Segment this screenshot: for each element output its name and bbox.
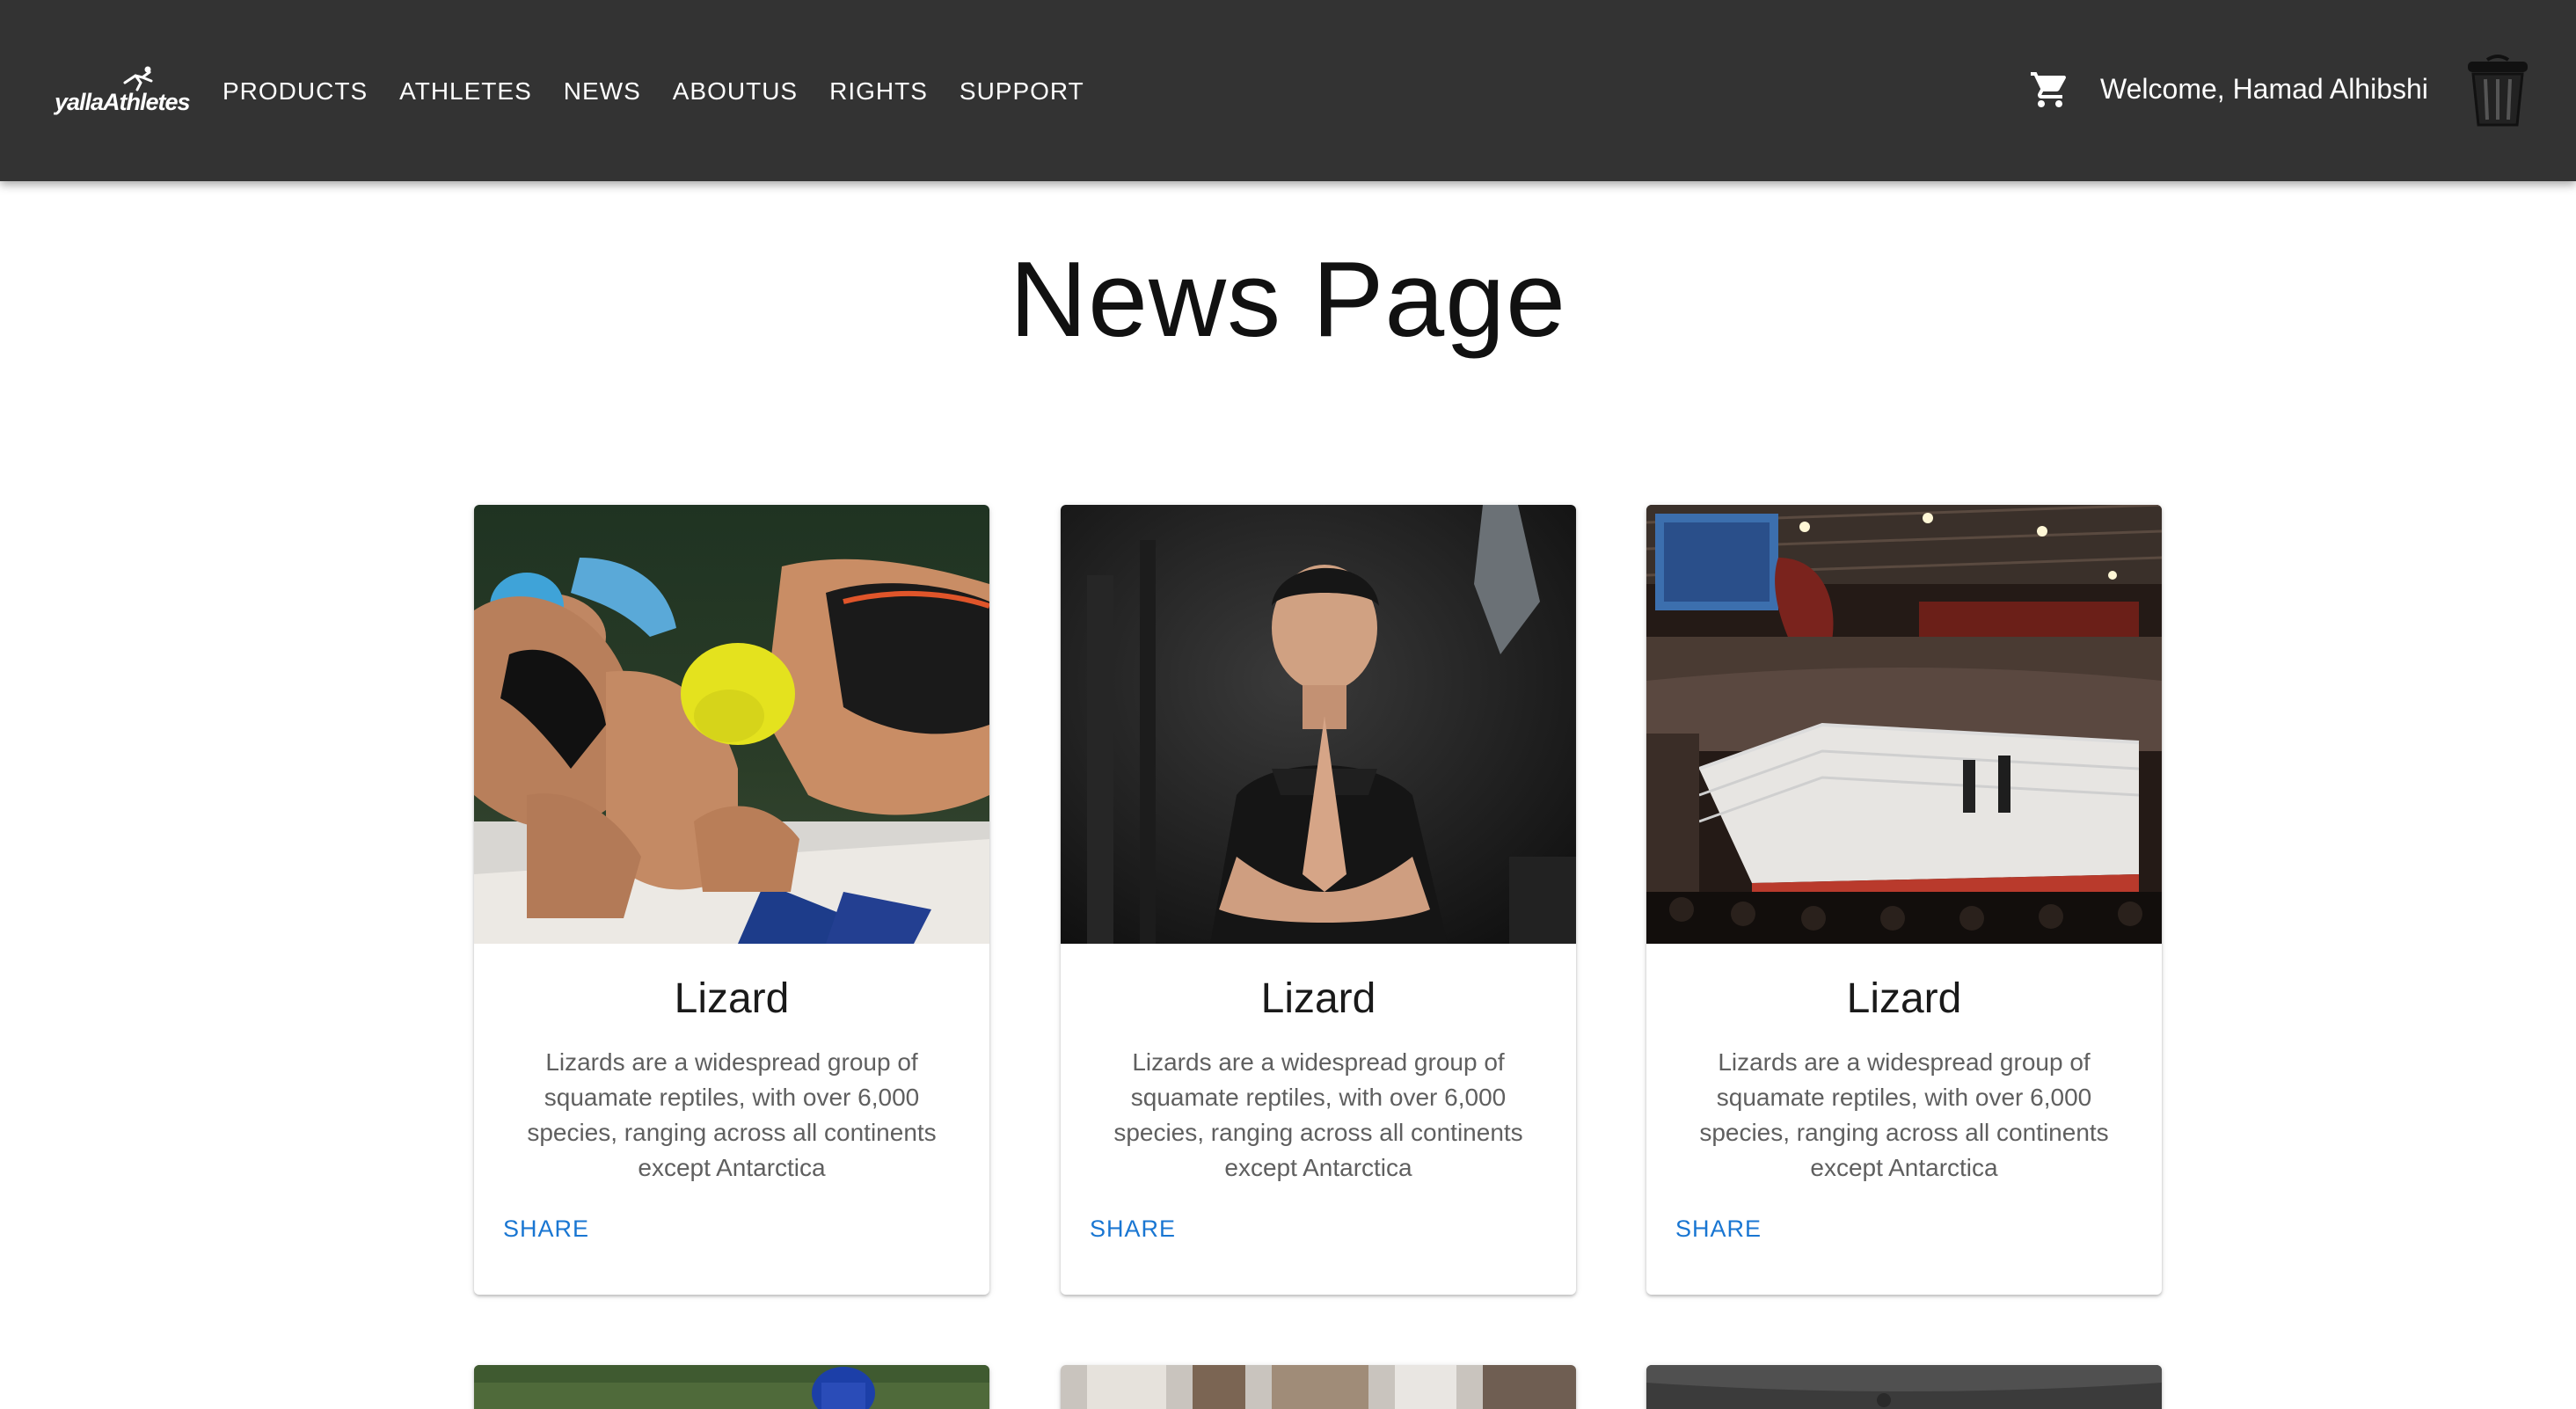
share-button[interactable]: SHARE: [1675, 1216, 1762, 1243]
nav-aboutus[interactable]: ABOUTUS: [673, 77, 798, 106]
share-button[interactable]: SHARE: [503, 1216, 589, 1243]
news-card: Lizard Lizards are a widespread group of…: [1646, 505, 2162, 1295]
runner-logo-icon: [123, 66, 153, 91]
shopping-cart-icon[interactable]: [2028, 69, 2072, 111]
app-bar: yallaAthletes PRODUCTS ATHLETES NEWS ABO…: [0, 0, 2576, 181]
meditation-image: [1061, 505, 1576, 944]
news-card: Lizard Lizards are a widespread group of…: [474, 505, 989, 1295]
nav-products[interactable]: PRODUCTS: [223, 77, 368, 106]
dark-interior-image: [1646, 1365, 2162, 1409]
main-nav: PRODUCTS ATHLETES NEWS ABOUTUS RIGHTS SU…: [223, 74, 1116, 109]
nav-rights[interactable]: RIGHTS: [829, 77, 928, 106]
news-card-partial: [1646, 1365, 2162, 1409]
card-description: Lizards are a widespread group of squama…: [1113, 1048, 1523, 1181]
news-card: Lizard Lizards are a widespread group of…: [1061, 505, 1576, 1295]
card-description: Lizards are a widespread group of squama…: [527, 1048, 937, 1181]
card-title: Lizard: [1846, 975, 1962, 1022]
page-title: News Page: [1010, 239, 1566, 359]
card-description: Lizards are a widespread group of squama…: [1699, 1048, 2109, 1181]
brand-logo[interactable]: yallaAthletes: [55, 65, 191, 115]
card-title: Lizard: [674, 975, 790, 1022]
welcome-message: Welcome, Hamad Alhibshi: [2100, 73, 2428, 105]
baseball-player-image: [474, 1365, 989, 1409]
card-title: Lizard: [1260, 975, 1376, 1022]
blurred-crowd-image: [1061, 1365, 1576, 1409]
logo-text: yallaAthletes: [55, 89, 191, 115]
news-card-partial: [474, 1365, 989, 1409]
boxing-arena-image: [1646, 505, 2162, 944]
trash-bin-icon[interactable]: [2463, 51, 2533, 128]
nav-news[interactable]: NEWS: [564, 77, 641, 106]
news-card-partial: [1061, 1365, 1576, 1409]
share-button[interactable]: SHARE: [1090, 1216, 1176, 1243]
nav-support[interactable]: SUPPORT: [960, 77, 1084, 106]
swimmers-image: [474, 505, 989, 944]
nav-athletes[interactable]: ATHLETES: [399, 77, 532, 106]
